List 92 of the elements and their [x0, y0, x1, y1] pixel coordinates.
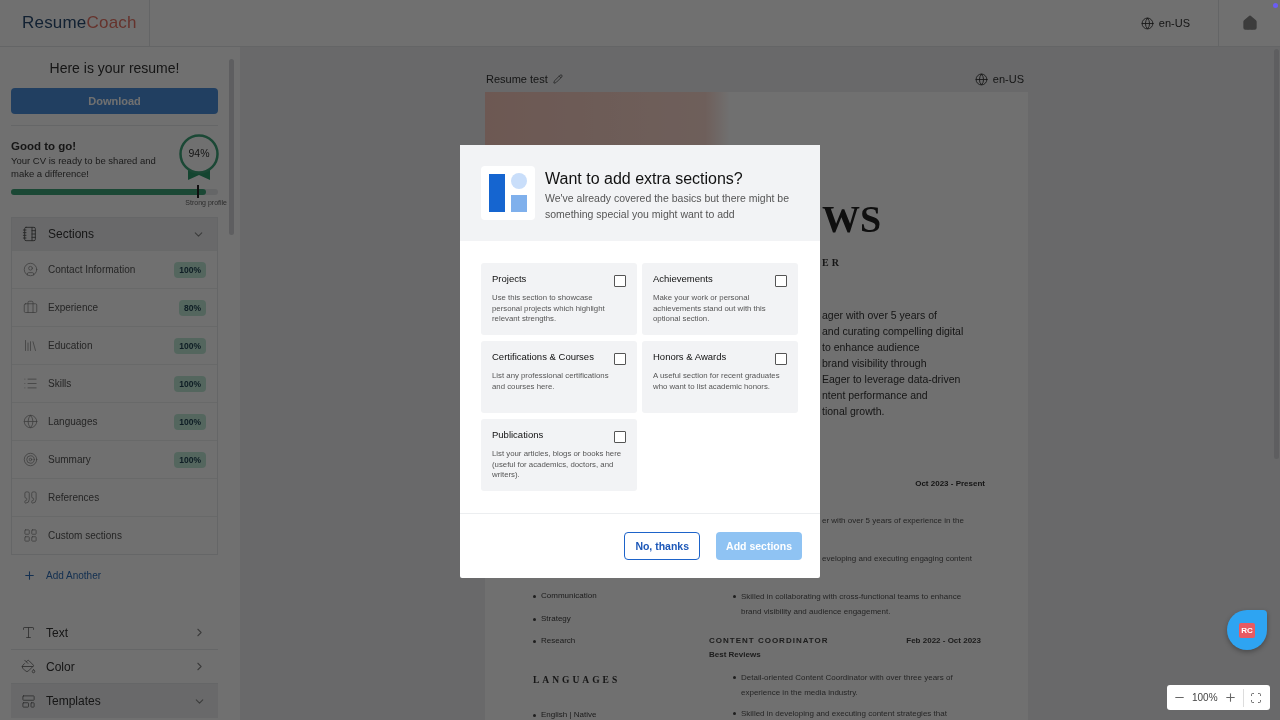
checkbox[interactable] — [614, 275, 626, 287]
section-item[interactable]: Experience 80% — [12, 288, 217, 326]
notification-dot — [1273, 3, 1278, 8]
section-item[interactable]: Custom sections — [12, 516, 217, 554]
section-item[interactable]: Summary 100% — [12, 440, 217, 478]
plus-icon — [23, 568, 36, 582]
list-icon — [23, 376, 38, 391]
bullet-dot — [533, 640, 536, 643]
template-icon — [21, 693, 36, 709]
summary-text: brand visibility through — [822, 356, 928, 371]
job-bullet-text: Skilled in collaborating with cross-functional teams to enhance brand visibility and audience engagement. — [741, 591, 963, 618]
checkbox[interactable] — [614, 431, 626, 443]
resume-name: WS — [822, 197, 883, 241]
summary-text: ager with over 5 years of — [822, 308, 938, 323]
skill-item: Research — [541, 635, 576, 647]
section-item[interactable]: Education 100% — [12, 326, 217, 364]
bullet-dot — [533, 595, 536, 598]
settings-panel-header[interactable]: Text — [11, 616, 218, 650]
layout-illustration — [481, 166, 535, 220]
completion-badge: 100% — [174, 337, 206, 354]
grid-icon — [23, 528, 38, 543]
fullscreen-icon[interactable] — [1249, 691, 1262, 704]
settings-panel-header[interactable]: Templates — [11, 684, 218, 718]
download-button[interactable]: Download — [11, 88, 218, 114]
bullet-dot — [733, 595, 736, 598]
checkbox[interactable] — [775, 353, 787, 365]
language-selector[interactable]: en-US — [974, 72, 1024, 86]
summary-text: ntent performance and — [822, 388, 929, 403]
sections-title: Sections — [48, 227, 96, 241]
section-item[interactable]: Skills 100% — [12, 364, 217, 402]
option-title: Honors & Awards — [653, 351, 727, 363]
job-bullet-text: Skilled in developing and executing content strategies that — [741, 708, 947, 720]
threshold-marker — [197, 185, 199, 198]
dialog-title: Want to add extra sections? — [545, 169, 744, 189]
completion-badge: 100% — [174, 413, 206, 430]
resume-role: ER — [822, 257, 843, 269]
company-name: Best Reviews — [709, 649, 762, 661]
checkbox[interactable] — [614, 353, 626, 365]
job-dates: Feb 2022 - Oct 2023 — [906, 635, 981, 647]
section-heading: LANGUAGES — [533, 674, 622, 687]
summary-text: and curating compelling digital — [822, 324, 965, 339]
chat-assistant-button[interactable]: RC — [1227, 610, 1267, 650]
job-bullet-text: eveloping and executing engaging content — [822, 553, 973, 565]
completion-badge: 100% — [174, 375, 206, 392]
paint-bucket-icon — [21, 659, 36, 674]
completion-badge: 100% — [174, 261, 206, 278]
option-title: Certifications & Courses — [492, 351, 594, 363]
summary-text: tional growth. — [822, 404, 886, 419]
zoom-in-icon[interactable] — [1223, 691, 1237, 704]
completion-badge: 80% — [179, 299, 206, 316]
bullet-dot — [733, 712, 736, 715]
score-heading: Good to go! — [11, 140, 78, 152]
section-item[interactable]: References — [12, 478, 217, 516]
job-title: CONTENT COORDINATOR — [709, 635, 829, 647]
bullet-dot — [733, 676, 736, 679]
option-title: Achievements — [653, 273, 713, 285]
sections-header[interactable]: Sections — [12, 218, 217, 250]
ribbon-icon — [178, 133, 220, 183]
skill-item: Communication — [541, 590, 597, 602]
option-title: Publications — [492, 429, 544, 441]
quote-icon — [23, 490, 38, 505]
language-item: English | Native — [541, 709, 597, 720]
score-percent: 94% — [187, 147, 211, 159]
sidebar-title: Here is your resume! — [48, 59, 181, 78]
language-selector[interactable]: en-US — [1140, 0, 1218, 46]
books-icon — [23, 338, 38, 353]
notebook-icon — [22, 226, 38, 242]
summary-text: to enhance audience — [822, 340, 921, 355]
dialog-subtitle: We've already covered the basics but there might be something special you might want to add — [545, 191, 791, 222]
job-dates: Oct 2023 - Present — [915, 478, 985, 490]
logo[interactable]: ResumeCoach — [22, 13, 137, 33]
zoom-level: 100% — [1192, 692, 1218, 703]
dismiss-button[interactable]: No, thanks — [624, 532, 701, 560]
completion-badge: 100% — [174, 451, 206, 468]
user-circle-icon — [23, 262, 38, 277]
checkbox[interactable] — [775, 275, 787, 287]
summary-text: Eager to leverage data-driven — [822, 372, 962, 387]
globe-icon — [1140, 16, 1154, 30]
add-another-link[interactable]: Add Another — [11, 568, 218, 582]
globe-icon — [974, 72, 988, 86]
globe-icon — [23, 414, 38, 429]
section-item[interactable]: Languages 100% — [12, 402, 217, 440]
document-title: Resume test — [486, 73, 548, 85]
type-icon — [21, 625, 36, 640]
bullet-dot — [533, 714, 536, 717]
score-message: Your CV is ready to be shared and make a difference! — [11, 154, 157, 180]
skill-item: Strategy — [541, 612, 571, 625]
target-icon — [23, 452, 38, 467]
section-item[interactable]: Contact Information 100% — [12, 250, 217, 288]
briefcase-icon — [23, 300, 38, 315]
bullet-dot — [533, 617, 536, 621]
option-title: Projects — [492, 273, 527, 285]
